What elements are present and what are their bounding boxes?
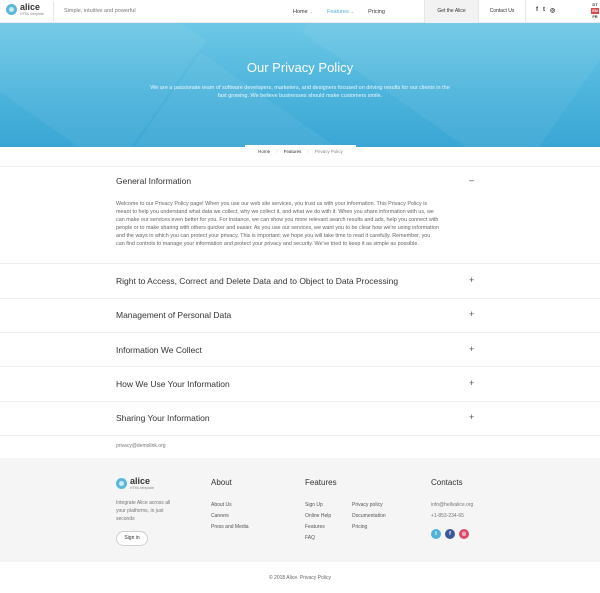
accordion-title[interactable]: Sharing Your Information — [116, 413, 210, 423]
accordion-title[interactable]: Right to Access, Correct and Delete Data… — [116, 276, 398, 286]
twitter-icon[interactable]: t — [543, 7, 545, 14]
collapse-icon[interactable]: – — [469, 176, 474, 185]
footer-link-sign-up[interactable]: Sign Up — [305, 500, 331, 511]
logo-name: alice — [20, 2, 41, 12]
accordion-item-management-of-personal-data: Management of Personal Data + — [0, 298, 600, 332]
footer-about-links: About Us Careers Press and Media — [211, 500, 249, 533]
footer-about-title: About — [211, 478, 232, 487]
hero-description: We are a passionate team of software dev… — [150, 85, 450, 99]
logo-name: alice — [130, 476, 151, 486]
footer-link-privacy-policy[interactable]: Privacy policy — [352, 500, 386, 511]
divider — [0, 435, 600, 436]
footer-description: Integrate Alice across all your platform… — [116, 500, 171, 522]
accordion-item-general-information: General Information – Welcome to our Pri… — [0, 166, 600, 263]
nav-pricing[interactable]: Pricing — [368, 9, 385, 15]
accordion-item-right-to-access: Right to Access, Correct and Delete Data… — [0, 263, 600, 298]
facebook-icon[interactable]: f — [536, 7, 538, 14]
expand-icon[interactable]: + — [469, 379, 474, 388]
footer-logo[interactable]: alice HTML template — [116, 477, 154, 491]
nav-features[interactable]: Features ⌄ — [327, 9, 354, 15]
expand-icon[interactable]: + — [469, 310, 474, 319]
expand-icon[interactable]: + — [469, 276, 474, 285]
tagline: Simple, intuitive and powerful — [53, 2, 136, 21]
breadcrumb-separator: › — [307, 148, 309, 154]
breadcrumb-separator: › — [276, 148, 278, 154]
chevron-down-icon: ⌄ — [350, 8, 355, 14]
accordion-title[interactable]: Management of Personal Data — [116, 310, 231, 320]
accordion-item-information-we-collect: Information We Collect + — [0, 332, 600, 366]
logo-icon — [6, 4, 17, 16]
footer-features-title: Features — [305, 478, 337, 487]
footer-contacts: info@hellvalice.org +1-853-234-65 — [431, 500, 473, 522]
facebook-icon[interactable]: f — [445, 529, 455, 539]
logo-subtitle: HTML template — [130, 486, 154, 490]
copyright: © 2018 Alice. Privacy Policy — [268, 575, 332, 581]
instagram-icon[interactable]: ◎ — [459, 529, 469, 539]
breadcrumb-current: Privacy Policy — [314, 148, 343, 154]
footer-link-documentation[interactable]: Documentation — [352, 511, 386, 522]
accordion-title[interactable]: How We Use Your Information — [116, 379, 230, 389]
site-footer: alice HTML template Integrate Alice acro… — [0, 458, 600, 562]
accordion-body: Welcome to our Privacy Policy page! When… — [116, 201, 439, 247]
instagram-icon[interactable]: ◎ — [550, 7, 555, 14]
main-nav: Home ⌄ Features ⌄ Pricing — [293, 0, 399, 23]
breadcrumb-home[interactable]: Home — [258, 149, 270, 154]
twitter-icon[interactable]: t — [431, 529, 441, 539]
accordion-title[interactable]: Information We Collect — [116, 345, 202, 355]
logo-icon — [116, 478, 127, 490]
language-switcher: DT EN FR — [591, 2, 599, 20]
footer-link-about-us[interactable]: About Us — [211, 500, 249, 511]
page-title: Our Privacy Policy — [246, 60, 354, 75]
contact-phone[interactable]: +1-853-234-65 — [431, 511, 473, 522]
footer-link-faq[interactable]: FAQ — [305, 533, 331, 544]
header-socials: f t ◎ — [536, 7, 560, 14]
footer-link-features[interactable]: Features — [305, 522, 331, 533]
footer-features-links-2: Privacy policy Documentation Pricing — [352, 500, 386, 533]
logo-subtitle: HTML template — [20, 12, 44, 16]
footer-link-careers[interactable]: Careers — [211, 511, 249, 522]
sign-in-button[interactable]: Sign in — [116, 531, 148, 546]
breadcrumb-features[interactable]: Features — [284, 149, 302, 154]
accordion-item-how-we-use: How We Use Your Information + — [0, 366, 600, 401]
lang-fr[interactable]: FR — [591, 14, 599, 20]
breadcrumb: Home › Features › Privacy Policy — [245, 145, 356, 157]
privacy-email-link[interactable]: privacy@demolink.org — [116, 443, 166, 449]
contact-us-button[interactable]: Contact Us — [478, 0, 526, 23]
hero-banner: Our Privacy Policy We are a passionate t… — [0, 23, 600, 147]
footer-link-online-help[interactable]: Online Help — [305, 511, 331, 522]
chevron-down-icon: ⌄ — [309, 8, 314, 14]
expand-icon[interactable]: + — [469, 413, 474, 422]
footer-contacts-title: Contacts — [431, 478, 463, 487]
logo[interactable]: alice HTML template — [6, 3, 44, 17]
nav-home[interactable]: Home ⌄ — [293, 9, 313, 15]
footer-link-press[interactable]: Press and Media — [211, 522, 249, 533]
footer-link-pricing[interactable]: Pricing — [352, 522, 386, 533]
site-header: alice HTML template Simple, intuitive an… — [0, 0, 600, 23]
contact-email[interactable]: info@hellvalice.org — [431, 500, 473, 511]
accordion-item-sharing: Sharing Your Information + — [0, 401, 600, 435]
get-alice-button[interactable]: Get the Alice — [424, 0, 478, 23]
footer-features-links: Sign Up Online Help Features FAQ — [305, 500, 331, 544]
expand-icon[interactable]: + — [469, 345, 474, 354]
accordion-title[interactable]: General Information — [116, 176, 191, 186]
